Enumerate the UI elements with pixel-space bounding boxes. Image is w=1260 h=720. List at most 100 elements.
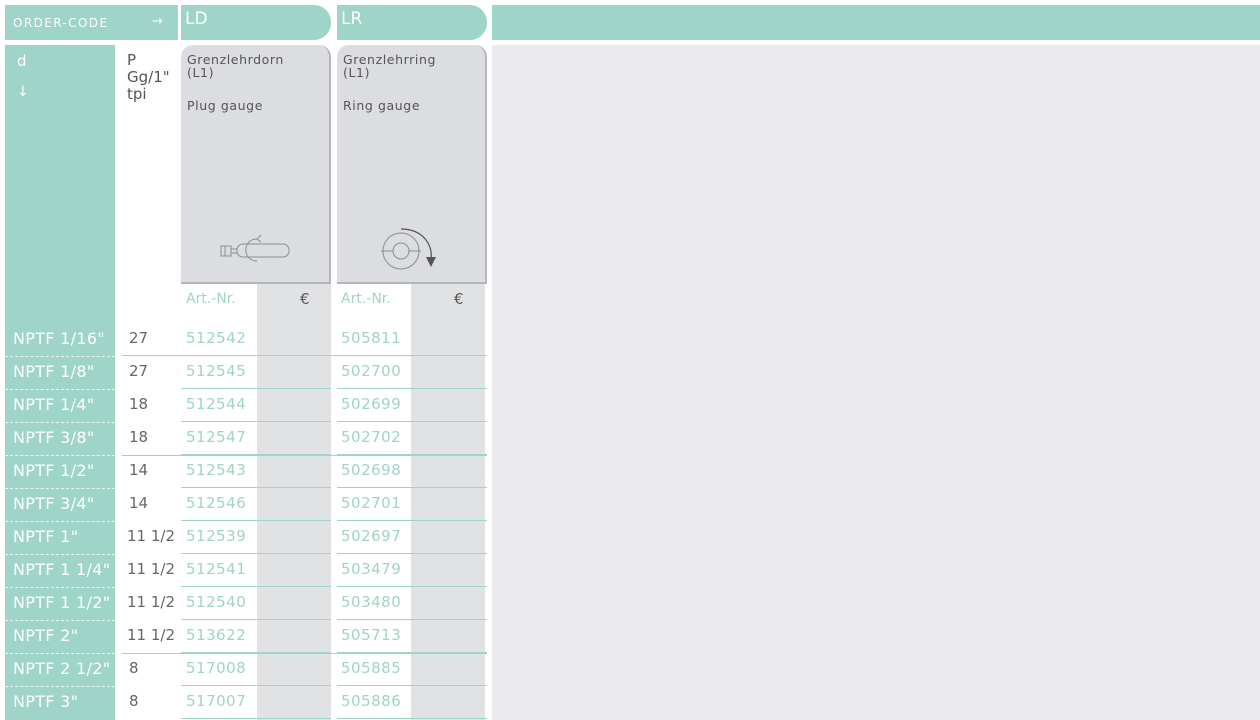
ld-article-number: 512539 bbox=[186, 527, 247, 545]
ld-article-number: 517007 bbox=[186, 692, 247, 710]
tpi-value: 27 bbox=[129, 329, 149, 347]
tpi-value: 14 bbox=[129, 461, 149, 479]
row-rule bbox=[337, 553, 487, 554]
lr-article-number: 505713 bbox=[341, 626, 402, 644]
thread-size: NPTF 3" bbox=[13, 692, 79, 711]
ld-product-card: Grenzlehrdorn (L1) Plug gauge bbox=[181, 45, 331, 284]
lr-article-number: 502698 bbox=[341, 461, 402, 479]
row-divider bbox=[5, 422, 115, 423]
thread-size: NPTF 3/4" bbox=[13, 494, 95, 513]
row-rule bbox=[181, 487, 331, 488]
row-divider bbox=[5, 356, 115, 357]
row-divider bbox=[5, 455, 115, 456]
diameter-heading: d bbox=[17, 52, 27, 70]
ld-article-number: 512543 bbox=[186, 461, 247, 479]
lr-name-de: Grenzlehrring (L1) bbox=[343, 52, 436, 80]
empty-panel bbox=[492, 45, 1260, 720]
row-rule bbox=[181, 553, 331, 554]
ld-article-number: 512542 bbox=[186, 329, 247, 347]
group-rule bbox=[122, 455, 487, 456]
thread-size: NPTF 1/8" bbox=[13, 362, 95, 381]
order-code-label: ORDER-CODE bbox=[13, 15, 109, 30]
ld-article-number: 512547 bbox=[186, 428, 247, 446]
thread-size: NPTF 1 1/4" bbox=[13, 560, 111, 579]
row-divider bbox=[5, 521, 115, 522]
row-divider bbox=[5, 620, 115, 621]
thread-size: NPTF 2" bbox=[13, 626, 79, 645]
thread-size: NPTF 1" bbox=[13, 527, 79, 546]
lr-header: LR bbox=[337, 5, 487, 40]
row-rule bbox=[337, 388, 487, 389]
tpi-value: 11 1/2 bbox=[127, 593, 175, 611]
tpi-value: 8 bbox=[129, 659, 139, 677]
row-divider bbox=[5, 488, 115, 489]
row-divider bbox=[5, 653, 115, 654]
ring-gauge-icon bbox=[381, 228, 436, 270]
group-rule bbox=[122, 355, 487, 356]
arrow-right-icon: → bbox=[152, 14, 165, 29]
lr-article-number: 503480 bbox=[341, 593, 402, 611]
lr-article-number: 503479 bbox=[341, 560, 402, 578]
plug-gauge-icon bbox=[220, 234, 290, 262]
row-rule bbox=[181, 685, 331, 686]
ld-header: LD bbox=[181, 5, 331, 40]
row-divider bbox=[5, 587, 115, 588]
lr-article-number: 502699 bbox=[341, 395, 402, 413]
row-divider bbox=[5, 686, 115, 687]
ld-name-en: Plug gauge bbox=[187, 98, 263, 113]
thread-size: NPTF 1/2" bbox=[13, 461, 95, 480]
ld-article-number: 512540 bbox=[186, 593, 247, 611]
row-rule bbox=[181, 586, 331, 587]
tpi-value: 11 1/2 bbox=[127, 527, 175, 545]
ld-article-number: 512545 bbox=[186, 362, 247, 380]
thread-size: NPTF 2 1/2" bbox=[13, 659, 111, 678]
tpi-value: 18 bbox=[129, 395, 149, 413]
pitch-heading-line: tpi bbox=[127, 85, 147, 103]
tpi-value: 11 1/2 bbox=[127, 626, 175, 644]
order-code-header: ORDER-CODE → bbox=[5, 5, 178, 40]
thread-size: NPTF 1/16" bbox=[13, 329, 105, 348]
lr-article-number: 502701 bbox=[341, 494, 402, 512]
lr-article-number: 505811 bbox=[341, 329, 402, 347]
lr-article-number: 502702 bbox=[341, 428, 402, 446]
header-filler bbox=[492, 5, 1260, 40]
ld-price-header: € bbox=[300, 290, 310, 308]
tpi-value: 27 bbox=[129, 362, 149, 380]
ld-article-number: 512544 bbox=[186, 395, 247, 413]
thread-size: NPTF 1 1/2" bbox=[13, 593, 111, 612]
row-rule bbox=[181, 421, 331, 422]
row-divider bbox=[5, 389, 115, 390]
thread-size: NPTF 1/4" bbox=[13, 395, 95, 414]
ld-article-number: 512541 bbox=[186, 560, 247, 578]
lr-article-number: 502700 bbox=[341, 362, 402, 380]
row-rule bbox=[337, 520, 487, 521]
tpi-value: 14 bbox=[129, 494, 149, 512]
ld-article-number: 512546 bbox=[186, 494, 247, 512]
row-rule bbox=[337, 718, 487, 719]
row-rule bbox=[181, 388, 331, 389]
lr-product-card: Grenzlehrring (L1) Ring gauge bbox=[337, 45, 487, 284]
thread-size: NPTF 3/8" bbox=[13, 428, 95, 447]
ld-article-number: 517008 bbox=[186, 659, 247, 677]
lr-art-header: Art.-Nr. bbox=[341, 291, 391, 307]
lr-article-number: 502697 bbox=[341, 527, 402, 545]
lr-article-number: 505886 bbox=[341, 692, 402, 710]
lr-price-header: € bbox=[454, 290, 464, 308]
ld-article-number: 513622 bbox=[186, 626, 247, 644]
diameter-column bbox=[5, 45, 115, 720]
row-divider bbox=[5, 554, 115, 555]
ld-art-header: Art.-Nr. bbox=[186, 291, 236, 307]
row-rule bbox=[337, 487, 487, 488]
lr-article-number: 505885 bbox=[341, 659, 402, 677]
tpi-value: 8 bbox=[129, 692, 139, 710]
pitch-heading: P Gg/1" tpi bbox=[127, 52, 170, 103]
ld-header-label: LD bbox=[185, 9, 208, 29]
row-rule bbox=[337, 421, 487, 422]
ld-name-de: Grenzlehrdorn (L1) bbox=[187, 52, 284, 80]
lr-price-column bbox=[411, 284, 485, 720]
row-rule bbox=[337, 685, 487, 686]
row-rule bbox=[337, 586, 487, 587]
row-rule bbox=[337, 619, 487, 620]
arrow-down-icon: ↓ bbox=[17, 84, 29, 100]
tpi-value: 18 bbox=[129, 428, 149, 446]
